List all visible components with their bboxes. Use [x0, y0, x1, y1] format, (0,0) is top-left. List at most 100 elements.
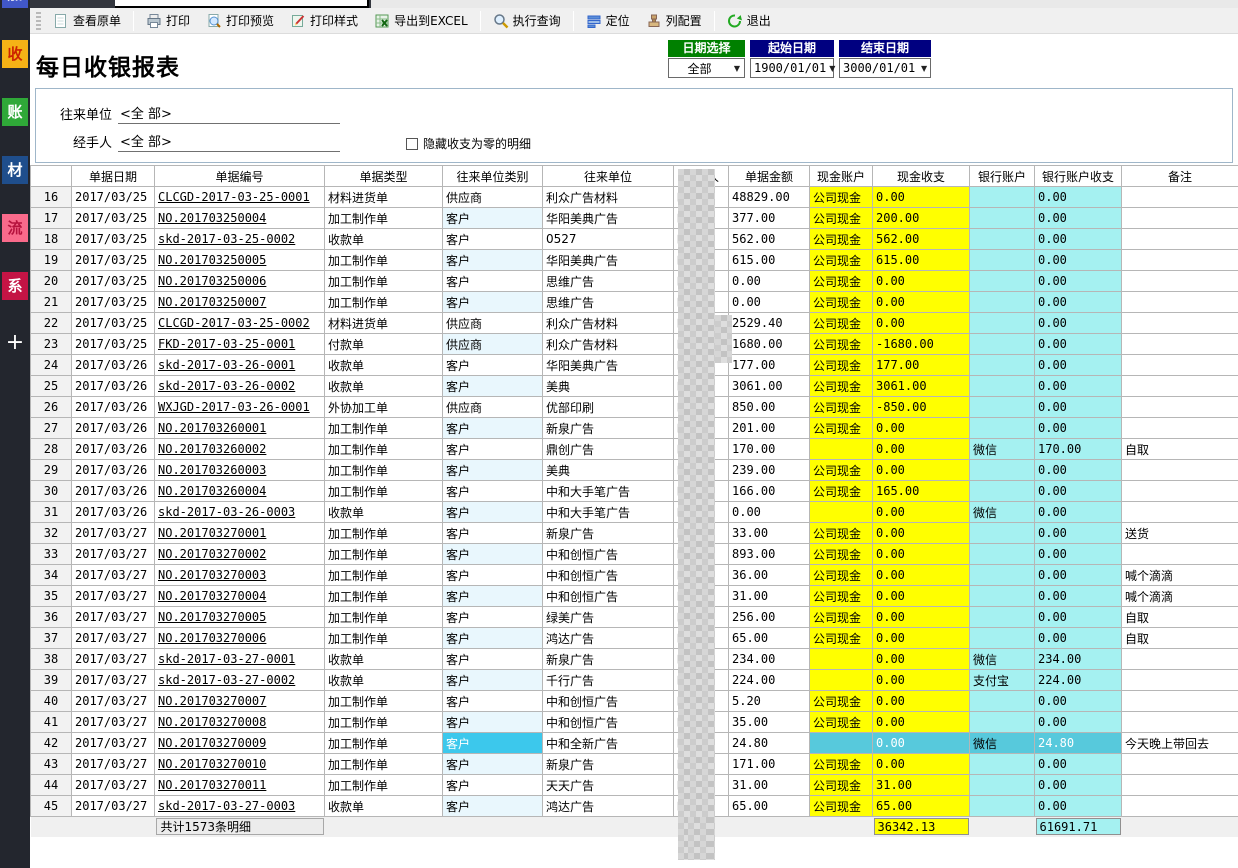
cash-account-cell[interactable]: 公司现金	[810, 250, 873, 271]
cash-flow-cell[interactable]: 615.00	[873, 250, 970, 271]
cash-account-cell[interactable]: 公司现金	[810, 397, 873, 418]
doc-date-cell[interactable]: 2017/03/27	[72, 670, 155, 691]
doc-no-link[interactable]: skd-2017-03-25-0002	[155, 229, 325, 250]
doc-no-link[interactable]: FKD-2017-03-25-0001	[155, 334, 325, 355]
partner-cell[interactable]: 思维广告	[543, 271, 674, 292]
bank-account-cell[interactable]	[970, 292, 1035, 313]
partner-type-cell[interactable]: 客户	[443, 691, 543, 712]
bank-flow-cell[interactable]: 0.00	[1035, 271, 1122, 292]
partner-cell[interactable]: 利众广告材料	[543, 187, 674, 208]
partner-type-cell[interactable]: 客户	[443, 796, 543, 817]
col-partner[interactable]: 往来单位	[543, 166, 674, 187]
bank-flow-cell[interactable]: 0.00	[1035, 376, 1122, 397]
partner-cell[interactable]: 鼎创广告	[543, 439, 674, 460]
amount-cell[interactable]: 65.00	[729, 628, 810, 649]
row-number[interactable]: 35	[31, 586, 72, 607]
remark-cell[interactable]	[1122, 334, 1238, 355]
sidebar-item-cashier[interactable]: 收	[2, 40, 28, 68]
cash-flow-cell[interactable]: 562.00	[873, 229, 970, 250]
row-number[interactable]: 45	[31, 796, 72, 817]
col-bank-account[interactable]: 银行账户	[970, 166, 1035, 187]
cash-flow-cell[interactable]: 65.00	[873, 796, 970, 817]
bank-flow-cell[interactable]: 0.00	[1035, 544, 1122, 565]
amount-cell[interactable]: 31.00	[729, 586, 810, 607]
col-partner-type[interactable]: 往来单位类别	[443, 166, 543, 187]
col-remark[interactable]: 备注	[1122, 166, 1238, 187]
bank-flow-cell[interactable]: 0.00	[1035, 229, 1122, 250]
cash-flow-cell[interactable]: 0.00	[873, 733, 970, 754]
cash-account-cell[interactable]: 公司现金	[810, 523, 873, 544]
start-date-select[interactable]: 1900/01/01 ▼	[750, 58, 834, 78]
partner-cell[interactable]: 中和创恒广告	[543, 586, 674, 607]
bank-account-cell[interactable]	[970, 628, 1035, 649]
doc-no-link[interactable]: NO.201703250004	[155, 208, 325, 229]
amount-cell[interactable]: 5.20	[729, 691, 810, 712]
cash-account-cell[interactable]: 公司现金	[810, 607, 873, 628]
doc-type-cell[interactable]: 加工制作单	[325, 733, 443, 754]
row-number[interactable]: 18	[31, 229, 72, 250]
bank-flow-cell[interactable]: 0.00	[1035, 481, 1122, 502]
amount-cell[interactable]: 615.00	[729, 250, 810, 271]
doc-type-cell[interactable]: 加工制作单	[325, 250, 443, 271]
partner-cell[interactable]: 鸿达广告	[543, 628, 674, 649]
row-number[interactable]: 17	[31, 208, 72, 229]
cash-account-cell[interactable]: 公司现金	[810, 376, 873, 397]
sidebar-item-account[interactable]: 账	[2, 98, 28, 126]
partner-cell[interactable]: 鸿达广告	[543, 796, 674, 817]
amount-cell[interactable]: 2529.40	[729, 313, 810, 334]
export-excel-button[interactable]: 导出到EXCEL	[366, 10, 476, 32]
bank-flow-cell[interactable]: 0.00	[1035, 691, 1122, 712]
row-number[interactable]: 25	[31, 376, 72, 397]
exit-button[interactable]: 退出	[719, 10, 779, 32]
bank-flow-cell[interactable]: 234.00	[1035, 649, 1122, 670]
doc-type-cell[interactable]: 加工制作单	[325, 775, 443, 796]
partner-type-cell[interactable]: 客户	[443, 754, 543, 775]
bank-flow-cell[interactable]: 224.00	[1035, 670, 1122, 691]
col-bank-flow[interactable]: 银行账户收支	[1035, 166, 1122, 187]
cash-flow-cell[interactable]: 0.00	[873, 670, 970, 691]
partner-cell[interactable]: 美典	[543, 376, 674, 397]
print-style-button[interactable]: 打印样式	[282, 10, 366, 32]
doc-no-link[interactable]: NO.201703270009	[155, 733, 325, 754]
bank-flow-cell[interactable]: 0.00	[1035, 607, 1122, 628]
cash-flow-cell[interactable]: 200.00	[873, 208, 970, 229]
partner-cell[interactable]: 中和创恒广告	[543, 544, 674, 565]
row-number[interactable]: 26	[31, 397, 72, 418]
partner-type-cell[interactable]: 客户	[443, 775, 543, 796]
cash-account-cell[interactable]: 公司现金	[810, 544, 873, 565]
cash-account-cell[interactable]: 公司现金	[810, 313, 873, 334]
remark-cell[interactable]	[1122, 775, 1238, 796]
col-cash-flow[interactable]: 现金收支	[873, 166, 970, 187]
bank-account-cell[interactable]	[970, 376, 1035, 397]
partner-type-cell[interactable]: 客户	[443, 649, 543, 670]
row-number[interactable]: 40	[31, 691, 72, 712]
sidebar-item-system[interactable]: 系	[2, 272, 28, 300]
cash-account-cell[interactable]: 公司现金	[810, 292, 873, 313]
partner-type-cell[interactable]: 供应商	[443, 313, 543, 334]
bank-account-cell[interactable]: 微信	[970, 502, 1035, 523]
sidebar-item-flow[interactable]: 流	[2, 214, 28, 242]
remark-cell[interactable]	[1122, 460, 1238, 481]
partner-type-cell[interactable]: 客户	[443, 481, 543, 502]
bank-flow-cell[interactable]: 0.00	[1035, 712, 1122, 733]
bank-flow-cell[interactable]: 0.00	[1035, 565, 1122, 586]
doc-date-cell[interactable]: 2017/03/26	[72, 502, 155, 523]
doc-no-link[interactable]: WXJGD-2017-03-26-0001	[155, 397, 325, 418]
partner-type-cell[interactable]: 客户	[443, 628, 543, 649]
doc-date-cell[interactable]: 2017/03/27	[72, 628, 155, 649]
doc-date-cell[interactable]: 2017/03/27	[72, 775, 155, 796]
cash-flow-cell[interactable]: 0.00	[873, 754, 970, 775]
row-number[interactable]: 38	[31, 649, 72, 670]
doc-no-link[interactable]: NO.201703270007	[155, 691, 325, 712]
doc-no-link[interactable]: NO.201703270005	[155, 607, 325, 628]
doc-no-link[interactable]: NO.201703270001	[155, 523, 325, 544]
remark-cell[interactable]	[1122, 313, 1238, 334]
row-number[interactable]: 31	[31, 502, 72, 523]
amount-cell[interactable]: 166.00	[729, 481, 810, 502]
cash-flow-cell[interactable]: 0.00	[873, 691, 970, 712]
partner-type-cell[interactable]: 客户	[443, 376, 543, 397]
toolbar-grip[interactable]	[36, 12, 41, 30]
row-number[interactable]: 21	[31, 292, 72, 313]
bank-account-cell[interactable]	[970, 187, 1035, 208]
bank-flow-cell[interactable]: 0.00	[1035, 292, 1122, 313]
